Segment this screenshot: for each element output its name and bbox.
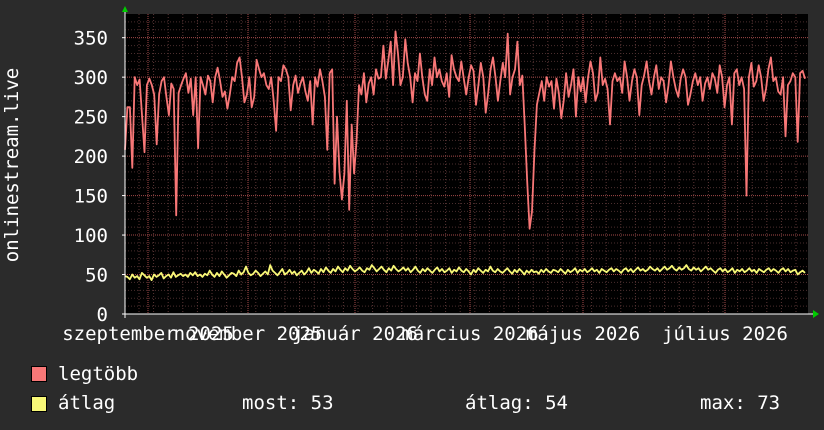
y-axis-arrow	[122, 6, 128, 12]
x-tick-label: március 2026	[401, 323, 538, 345]
legend-label-max: legtöbb	[58, 363, 139, 385]
y-tick-label: 250	[74, 107, 108, 129]
x-axis-arrow	[813, 310, 819, 318]
stat-average: átlag: 54	[465, 392, 568, 414]
legend-swatch-max	[31, 366, 47, 382]
y-axis-label: onlinestream.live	[1, 68, 23, 262]
chart-container: 0 50 100 150 200 250 300 350 szeptember 2025 nove…	[0, 0, 824, 430]
x-tick-label: május 2026	[526, 323, 640, 345]
y-tick-label: 100	[74, 225, 108, 247]
y-tick-label: 350	[74, 28, 108, 50]
stat-now: most: 53	[242, 392, 334, 414]
y-tick-label: 50	[85, 265, 108, 287]
y-tick-label: 300	[74, 67, 108, 89]
x-tick-label: július 2026	[662, 323, 788, 345]
legend-label-avg: átlag	[58, 392, 116, 414]
x-tick-label: január 2026	[292, 323, 418, 345]
legend-swatch-avg	[31, 396, 47, 412]
y-tick-label: 200	[74, 146, 108, 168]
stat-max: max: 73	[700, 392, 781, 414]
y-tick-label: 150	[74, 186, 108, 208]
